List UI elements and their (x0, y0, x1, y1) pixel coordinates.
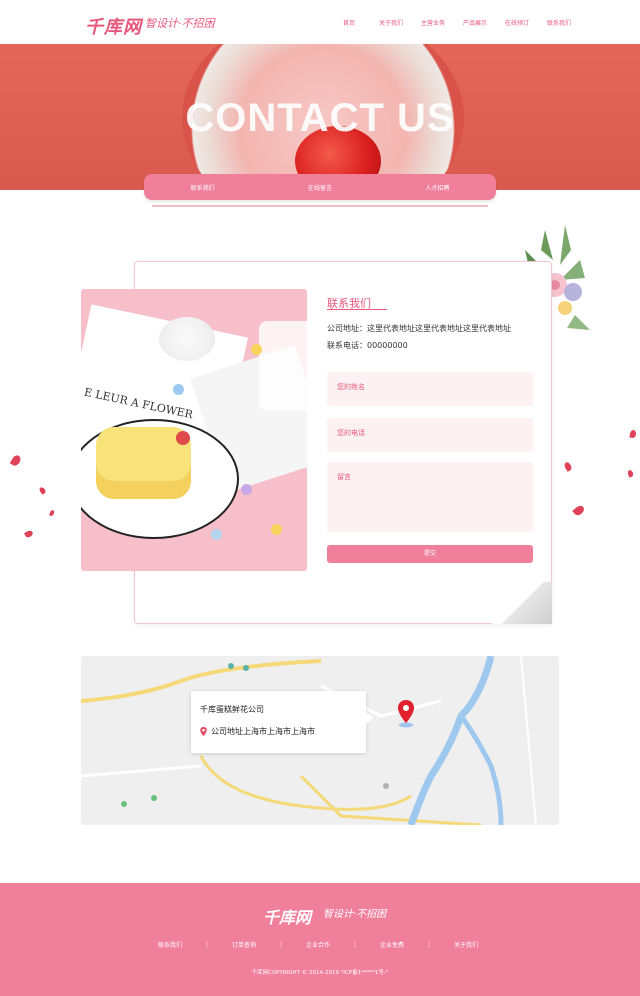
banner-title: CONTACT US (185, 96, 455, 140)
contact-banner: CONTACT US (0, 44, 640, 190)
footer-nav: 联系我们 | 订单查询 | 企业合作 | 企业免费 | 关于我们 (158, 940, 478, 949)
site-logo[interactable]: 千库网 (85, 13, 142, 39)
nav-item-booking[interactable]: 在线预订 (496, 18, 538, 27)
subtab-message[interactable]: 在线留言 (308, 183, 332, 192)
footer-separator: | (427, 941, 430, 948)
footer-link-about[interactable]: 关于我们 (454, 940, 478, 949)
footer-separator: | (353, 941, 356, 948)
photo-candy (211, 529, 222, 540)
subtab-recruit[interactable]: 人才招聘 (425, 183, 449, 192)
location-pin-icon (200, 727, 207, 736)
footer-separator: | (205, 941, 209, 948)
footer-link-contact[interactable]: 联系我们 (158, 940, 182, 949)
subtabs-underline (152, 205, 488, 207)
petal-decoration (49, 509, 55, 517)
footer-slogan: 智设计·不招困 (323, 909, 387, 920)
copyright-text: 千库网COPYRIGHT © 2014-2019 "ICP备1*****1号-" (251, 970, 389, 976)
nav-item-about[interactable]: 关于我们 (370, 18, 412, 27)
map-company-address: 公司地址上海市上海市上海市 (211, 727, 315, 736)
page-curl-decoration (492, 582, 552, 624)
footer-logo[interactable]: 千库网 (263, 904, 311, 928)
contact-subtabs: 联系我们 在线留言 人才招聘 (144, 174, 496, 200)
petal-decoration (9, 453, 23, 468)
nav-item-contact[interactable]: 联系我们 (538, 18, 580, 27)
subtab-contact[interactable]: 联系我们 (191, 183, 215, 192)
footer-separator: | (279, 941, 282, 948)
nav-item-home[interactable]: 首页 (328, 18, 370, 27)
map-marker-icon[interactable] (397, 700, 415, 728)
petal-decoration (24, 529, 34, 539)
photo-white-flower (159, 317, 215, 361)
company-address: 公司地址：这里代表地址这里代表地址这里代表地址 (327, 324, 511, 333)
map-company-name: 千库蛋糕鲜花公司 (200, 705, 264, 714)
petal-decoration (563, 461, 573, 472)
nav-item-products[interactable]: 产品展示 (454, 18, 496, 27)
photo-candy (271, 524, 282, 535)
site-header: 千库网 智设计·不招困 首页 关于我们 主营业务 产品展示 在线预订 联系我们 (0, 0, 640, 44)
cake-photo: E LEUR A FLOWER (81, 289, 307, 571)
petal-decoration (572, 503, 586, 518)
main-nav: 首页 关于我们 主营业务 产品展示 在线预订 联系我们 (328, 18, 580, 27)
phone-field[interactable]: 您的电话 (327, 418, 533, 452)
message-textarea[interactable]: 留言 (327, 462, 533, 532)
map-popup-arrow (366, 712, 374, 724)
section-title-underline (327, 309, 387, 310)
petal-decoration (626, 469, 635, 478)
petal-decoration (38, 486, 47, 495)
photo-milk-glass (259, 321, 307, 411)
footer-link-free[interactable]: 企业免费 (380, 940, 404, 949)
footer-link-cooperation[interactable]: 企业合作 (306, 940, 330, 949)
company-phone: 联系电话：00000000 (327, 341, 408, 350)
footer-link-orders[interactable]: 订单查询 (232, 940, 256, 949)
name-field[interactable]: 您的姓名 (327, 372, 533, 406)
petal-decoration (629, 429, 637, 439)
map-info-popup (191, 691, 366, 753)
submit-button[interactable]: 提交 (327, 545, 533, 563)
site-slogan: 智设计·不招困 (145, 17, 215, 30)
nav-item-business[interactable]: 主营业务 (412, 18, 454, 27)
photo-candy (173, 384, 184, 395)
photo-candy (241, 484, 252, 495)
photo-candy (251, 344, 262, 355)
photo-strawberry (176, 431, 190, 445)
